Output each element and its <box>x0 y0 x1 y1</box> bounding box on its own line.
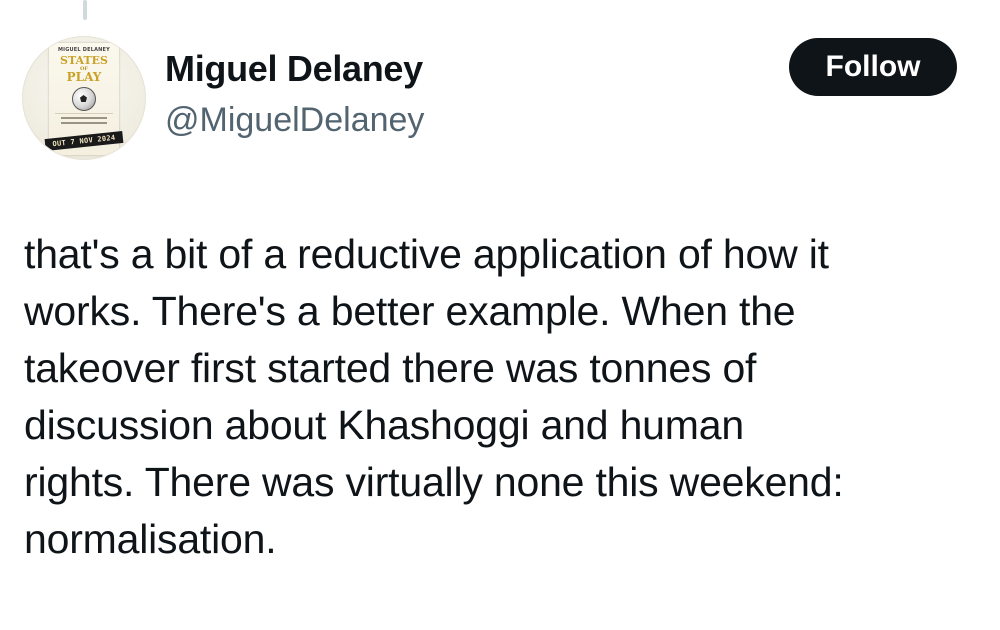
book-title: STATES OF PLAY <box>49 55 119 83</box>
tweet-text: that's a bit of a reductive application … <box>24 231 844 562</box>
reply-thread-line <box>83 0 87 20</box>
book-title-line1: STATES <box>60 54 108 67</box>
book-release-band: OUT 7 NOV 2024 <box>44 130 124 152</box>
football-icon <box>72 87 96 111</box>
author-display-name[interactable]: Miguel Delaney <box>165 49 423 89</box>
follow-button[interactable]: Follow <box>789 38 957 96</box>
book-subtitle-lines <box>55 113 113 126</box>
avatar[interactable]: MIGUEL DELANEY STATES OF PLAY OUT 7 NOV … <box>22 36 146 160</box>
book-cover-image: MIGUEL DELANEY STATES OF PLAY OUT 7 NOV … <box>44 43 124 155</box>
author-handle[interactable]: @MiguelDelaney <box>165 100 424 140</box>
book-title-line3: PLAY <box>66 70 102 84</box>
book-author-text: MIGUEL DELANEY <box>58 47 110 53</box>
